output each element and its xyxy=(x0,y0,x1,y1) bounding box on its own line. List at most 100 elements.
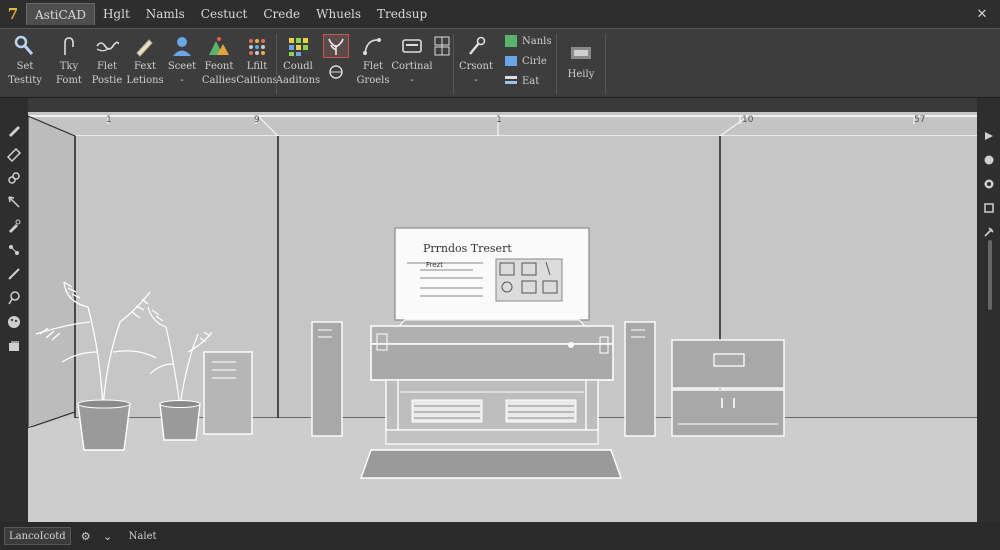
tool-lfilt-caitions[interactable]: Lfilt Caitions xyxy=(236,29,278,97)
left-tool-8[interactable] xyxy=(4,288,24,308)
gear-icon[interactable]: ⚙ xyxy=(79,530,93,543)
tool-feont-callies[interactable]: Feont Callies xyxy=(200,29,238,97)
menu-item-crede[interactable]: Crede xyxy=(255,3,308,25)
close-icon[interactable]: ✕ xyxy=(972,4,992,24)
arc-icon xyxy=(360,34,386,58)
stack-item-nanls[interactable]: Nanls xyxy=(504,33,556,49)
mode-label[interactable]: Nalet xyxy=(129,531,157,542)
pen-icon xyxy=(132,34,158,58)
monitor-title: Prrndos Tresert xyxy=(423,242,512,255)
tool-tky-fomt[interactable]: Tky Fomt xyxy=(50,29,88,97)
node-icon xyxy=(9,245,19,255)
top-ruler xyxy=(28,98,977,112)
ruler-label: 10 xyxy=(742,115,754,125)
tool-label: Tky Fomt xyxy=(56,61,82,86)
ruler-label: 57 xyxy=(914,115,926,125)
display-icon xyxy=(568,42,594,66)
autocad-window: 7 AstiCAD Hglt Namls Cestuct Crede Whuel… xyxy=(0,0,1000,550)
tool-label: Fext Letions xyxy=(126,61,164,86)
ruler-label: 9 xyxy=(254,115,260,125)
blue-square-icon xyxy=(505,56,517,66)
pin-icon xyxy=(983,227,994,237)
room-drawing xyxy=(28,112,977,522)
menu-item-app[interactable]: AstiCAD xyxy=(26,3,95,25)
left-tool-1[interactable] xyxy=(4,120,24,140)
left-tool-7[interactable] xyxy=(4,264,24,284)
wrench-icon xyxy=(12,34,38,58)
menu-item-cestuct[interactable]: Cestuct xyxy=(193,3,256,25)
menu-item-tredsup[interactable]: Tredsup xyxy=(369,3,435,25)
right-tool-1[interactable] xyxy=(982,128,996,144)
right-tool-2[interactable] xyxy=(982,152,996,168)
menu-item-whuels[interactable]: Whuels xyxy=(308,3,369,25)
drawing-viewport[interactable]: Prrndos Tresert Frezt xyxy=(28,112,977,522)
link-icon xyxy=(8,172,20,184)
ribbon-toolbar: Set Testity Tky Fomt Flet Postie Fext Le… xyxy=(0,28,1000,98)
tool-flet-groels[interactable]: Flet Groels xyxy=(353,29,393,97)
tool-label: Coudl Aaditons xyxy=(275,61,321,86)
fork-icon xyxy=(56,34,82,58)
app-logo-icon[interactable]: 7 xyxy=(0,0,26,28)
tool-flet-postie[interactable]: Flet Postie xyxy=(88,29,126,97)
tool-sceet[interactable]: Sceet - xyxy=(164,29,200,97)
dots-grid-icon xyxy=(244,34,270,58)
orbit-icon xyxy=(984,155,993,165)
chevron-down-icon[interactable]: ⌄ xyxy=(101,530,115,543)
tool-crsont[interactable]: Crsont - xyxy=(454,29,498,97)
tool-label: Set Testity xyxy=(8,61,42,86)
tool-fext-letions[interactable]: Fext Letions xyxy=(126,29,164,97)
tool-plant[interactable] xyxy=(319,29,353,97)
right-tool-3[interactable] xyxy=(982,176,996,192)
line-tool-icon xyxy=(8,268,20,280)
tool-label: Lfilt Caitions xyxy=(236,61,278,86)
brush-icon xyxy=(463,34,489,58)
left-tool-4[interactable] xyxy=(4,192,24,212)
zoom-icon xyxy=(984,179,993,189)
green-square-icon xyxy=(505,35,517,47)
stack-icon xyxy=(505,76,517,84)
tool-help[interactable]: Heily xyxy=(557,29,605,97)
tool-coudl-aaditons[interactable]: Coudl Aaditons xyxy=(275,29,321,97)
tool-cortinal[interactable]: Cortinal - xyxy=(391,29,433,97)
card-icon xyxy=(399,34,425,58)
lasso-icon xyxy=(8,291,20,305)
user-icon xyxy=(169,34,195,58)
right-tool-4[interactable] xyxy=(982,200,996,216)
wave-icon xyxy=(94,34,120,58)
menu-bar: 7 AstiCAD Hglt Namls Cestuct Crede Whuel… xyxy=(0,0,1000,28)
right-tool-5[interactable] xyxy=(982,224,996,240)
layout-field[interactable]: LancoIcotd xyxy=(4,527,71,545)
ruler-label: 1 xyxy=(106,115,112,125)
left-tool-6[interactable] xyxy=(4,240,24,260)
menu-item-hglt[interactable]: Hglt xyxy=(95,3,138,25)
tool-label: Crsont - xyxy=(458,61,494,86)
layers-icon xyxy=(9,341,19,351)
plant-icon xyxy=(323,34,349,58)
stack-label: Eat xyxy=(522,75,540,87)
left-tool-10[interactable] xyxy=(4,336,24,356)
triangles-icon xyxy=(206,34,232,58)
left-tool-9[interactable] xyxy=(4,312,24,332)
monitor-line-label: Frezt xyxy=(426,261,443,269)
left-tool-5[interactable] xyxy=(4,216,24,236)
left-tool-2[interactable] xyxy=(4,144,24,164)
status-bar: LancoIcotd ⚙ ⌄ Nalet xyxy=(0,522,1000,550)
scrollbar-thumb[interactable] xyxy=(988,240,992,310)
right-toolbar xyxy=(977,98,1000,522)
ribbon-divider xyxy=(605,34,606,94)
menu-item-namls[interactable]: Namls xyxy=(138,3,193,25)
stack-label: Nanls xyxy=(522,35,552,47)
tool-label: Cortinal - xyxy=(391,61,433,86)
stack-item-eat[interactable]: Eat xyxy=(504,73,556,89)
pan-icon xyxy=(983,203,994,213)
brush-tool-icon xyxy=(9,219,21,233)
tool-label: Heily xyxy=(567,69,595,80)
left-toolbar xyxy=(0,98,28,522)
ruler-label: 1 xyxy=(496,115,502,125)
tool-grid-panel[interactable] xyxy=(431,29,453,97)
tool-set-testity[interactable]: Set Testity xyxy=(0,29,50,97)
tool-label: Flet Postie xyxy=(91,61,123,86)
left-tool-3[interactable] xyxy=(4,168,24,188)
stack-item-cirle[interactable]: Cirle xyxy=(504,53,556,69)
tool-label: Sceet - xyxy=(167,61,197,86)
